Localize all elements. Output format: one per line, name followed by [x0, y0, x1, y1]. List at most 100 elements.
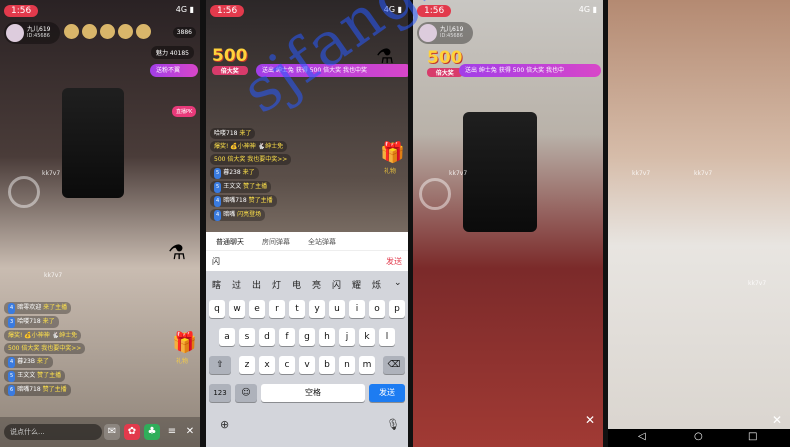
key[interactable]: f	[279, 328, 295, 346]
recents-icon[interactable]: □	[748, 431, 757, 442]
chat-message: 5 王文文 赞了主播	[4, 370, 66, 382]
key[interactable]: z	[239, 356, 255, 374]
back-icon[interactable]: ◁	[638, 431, 646, 442]
key[interactable]: j	[339, 328, 355, 346]
stream-watermark: kk7v7	[748, 280, 767, 287]
key[interactable]: l	[379, 328, 395, 346]
key[interactable]: p	[389, 300, 405, 318]
gift-box-icon[interactable]: 🎁	[172, 330, 197, 354]
microphone-icon[interactable]: 🎙	[386, 418, 400, 431]
key[interactable]: q	[209, 300, 225, 318]
chat-message: 500 倍大奖 我也要中奖>>	[4, 343, 86, 354]
key[interactable]: s	[239, 328, 255, 346]
chat-action: 赞了主播	[37, 372, 62, 379]
backspace-icon[interactable]: ⌫	[383, 356, 405, 374]
stream-watermark: kk7v7	[42, 170, 61, 177]
numbers-key[interactable]: 123	[209, 384, 231, 402]
prize-500-badge: 500 倍大奖	[212, 46, 248, 75]
charm-badge[interactable]: 魅力 40185	[151, 46, 194, 59]
level-badge: 5	[214, 168, 222, 179]
avatar[interactable]	[136, 24, 151, 39]
key[interactable]: m	[359, 356, 375, 374]
avatar[interactable]	[118, 24, 133, 39]
pk-button[interactable]: 直播PK	[172, 106, 197, 117]
key[interactable]: w	[229, 300, 245, 318]
tab-site-barrage[interactable]: 全站弹幕	[308, 237, 336, 247]
candidate[interactable]: 灯	[272, 278, 281, 291]
close-icon[interactable]: ✕	[772, 413, 782, 427]
candidate[interactable]: 出	[252, 278, 261, 291]
key[interactable]: c	[279, 356, 295, 374]
key[interactable]: t	[289, 300, 305, 318]
gift-box-icon[interactable]: 🎁	[380, 140, 405, 164]
key[interactable]: v	[299, 356, 315, 374]
key[interactable]: y	[309, 300, 325, 318]
key[interactable]: h	[319, 328, 335, 346]
game-icon[interactable]: ♣	[144, 424, 160, 440]
candidate[interactable]: 耀	[352, 278, 361, 291]
chat-message: 4 暗嘴 闪亮登场	[210, 209, 266, 221]
chat-text: 暗嘴718	[17, 386, 41, 393]
chat-mode-tabs: 普通聊天 房间弹幕 全站弹幕	[206, 232, 408, 250]
key[interactable]: i	[349, 300, 365, 318]
loading-ring-icon	[8, 176, 40, 208]
prize-sub: 倍大奖	[212, 66, 248, 75]
space-key[interactable]: 空格	[261, 384, 365, 402]
chat-text: 王文文	[17, 372, 36, 379]
close-icon[interactable]: ✕	[585, 413, 595, 427]
tab-normal-chat[interactable]: 普通聊天	[216, 237, 244, 247]
key[interactable]: r	[269, 300, 285, 318]
tab-room-barrage[interactable]: 房间弹幕	[262, 237, 290, 247]
anchor-id: ID:45686	[440, 33, 463, 39]
candidate[interactable]: 过	[232, 278, 241, 291]
key[interactable]: a	[219, 328, 235, 346]
globe-icon[interactable]: ⊕	[220, 418, 229, 431]
chat-text: 暗嘴718	[223, 197, 247, 204]
avatar[interactable]	[82, 24, 97, 39]
signal-label: 4G	[175, 5, 188, 14]
avatar	[419, 24, 437, 42]
viewer-count[interactable]: 3886	[172, 27, 196, 38]
key[interactable]: k	[359, 328, 375, 346]
anchor-id: ID:45686	[27, 33, 50, 39]
chat-message: 4 暗嘴718 赞了主播	[210, 195, 277, 207]
send-key[interactable]: 发送	[369, 384, 405, 402]
prize-amount: 500	[427, 48, 463, 68]
anchor-card[interactable]: 九儿619 ID:45686	[417, 22, 473, 44]
candidate[interactable]: 闪	[332, 278, 341, 291]
chat-message: 500 倍大奖 我也要中奖>>	[210, 154, 292, 165]
message-field[interactable]: 闪 发送	[206, 250, 408, 271]
key[interactable]: e	[249, 300, 265, 318]
key[interactable]: x	[259, 356, 275, 374]
candidate[interactable]: 亮	[312, 278, 321, 291]
gift-icon[interactable]: ✿	[124, 424, 140, 440]
chevron-down-icon[interactable]: ⌄	[394, 278, 402, 288]
more-icon[interactable]: ≡	[164, 424, 180, 440]
key[interactable]: b	[319, 356, 335, 374]
key[interactable]: d	[259, 328, 275, 346]
anchor-card[interactable]: 九儿619 ID:45686	[4, 22, 60, 44]
close-icon[interactable]: ✕	[182, 424, 198, 440]
key[interactable]: o	[369, 300, 385, 318]
candidate[interactable]: 烁	[372, 278, 381, 291]
avatar	[6, 24, 24, 42]
send-button[interactable]: 发送	[386, 256, 402, 267]
stream-panel-2: 1:56 4G ▮ 500 倍大奖 送出 绅士兔 获得 500 倍大奖 我也中奖 …	[206, 0, 408, 447]
prize-sub: 倍大奖	[427, 68, 463, 77]
key[interactable]: n	[339, 356, 355, 374]
candidate[interactable]: 电	[292, 278, 301, 291]
chat-action: 来了主播	[43, 304, 68, 311]
home-icon[interactable]: ○	[694, 431, 703, 442]
shift-key-icon[interactable]: ⇧	[209, 356, 231, 374]
key[interactable]: u	[329, 300, 345, 318]
chat-action: 来了	[242, 169, 255, 176]
emoji-icon[interactable]: ☺	[235, 384, 257, 402]
avatar[interactable]	[64, 24, 79, 39]
candidate[interactable]: 瞎	[212, 278, 221, 291]
chat-action: 赞了主播	[248, 197, 273, 204]
chat-input[interactable]: 说点什么...	[4, 424, 102, 440]
viewer-avatars[interactable]	[64, 24, 151, 39]
avatar[interactable]	[100, 24, 115, 39]
message-icon[interactable]: ✉	[104, 424, 120, 440]
key[interactable]: g	[299, 328, 315, 346]
